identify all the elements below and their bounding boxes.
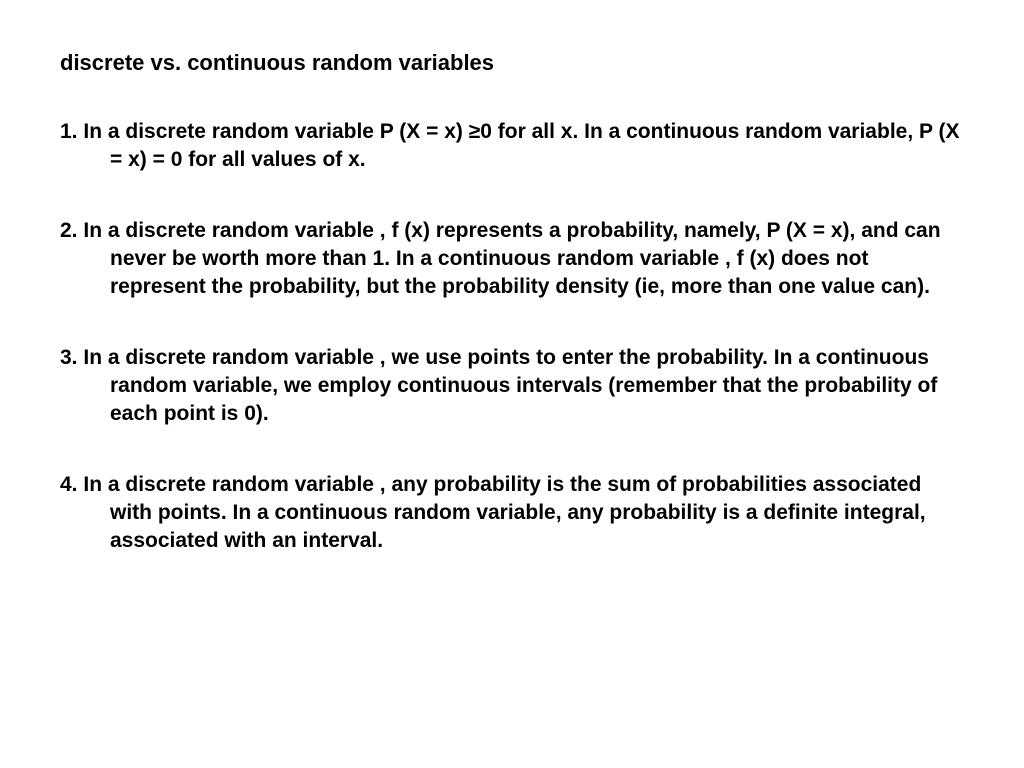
point-number: 4. bbox=[60, 473, 78, 496]
point-number: 3. bbox=[60, 346, 78, 369]
point-4: 4. In a discrete random variable , any p… bbox=[60, 471, 964, 556]
point-text: In a discrete random variable P (X = x) … bbox=[83, 120, 959, 171]
slide-title: discrete vs. continuous random variables bbox=[60, 50, 964, 76]
point-text: In a discrete random variable , any prob… bbox=[83, 473, 925, 553]
point-1: 1. In a discrete random variable P (X = … bbox=[60, 118, 964, 175]
point-3: 3. In a discrete random variable , we us… bbox=[60, 344, 964, 429]
point-text: In a discrete random variable , f (x) re… bbox=[83, 219, 940, 299]
point-2: 2. In a discrete random variable , f (x)… bbox=[60, 217, 964, 302]
point-text: In a discrete random variable , we use p… bbox=[83, 346, 937, 426]
point-number: 2. bbox=[60, 219, 78, 242]
point-number: 1. bbox=[60, 120, 78, 143]
